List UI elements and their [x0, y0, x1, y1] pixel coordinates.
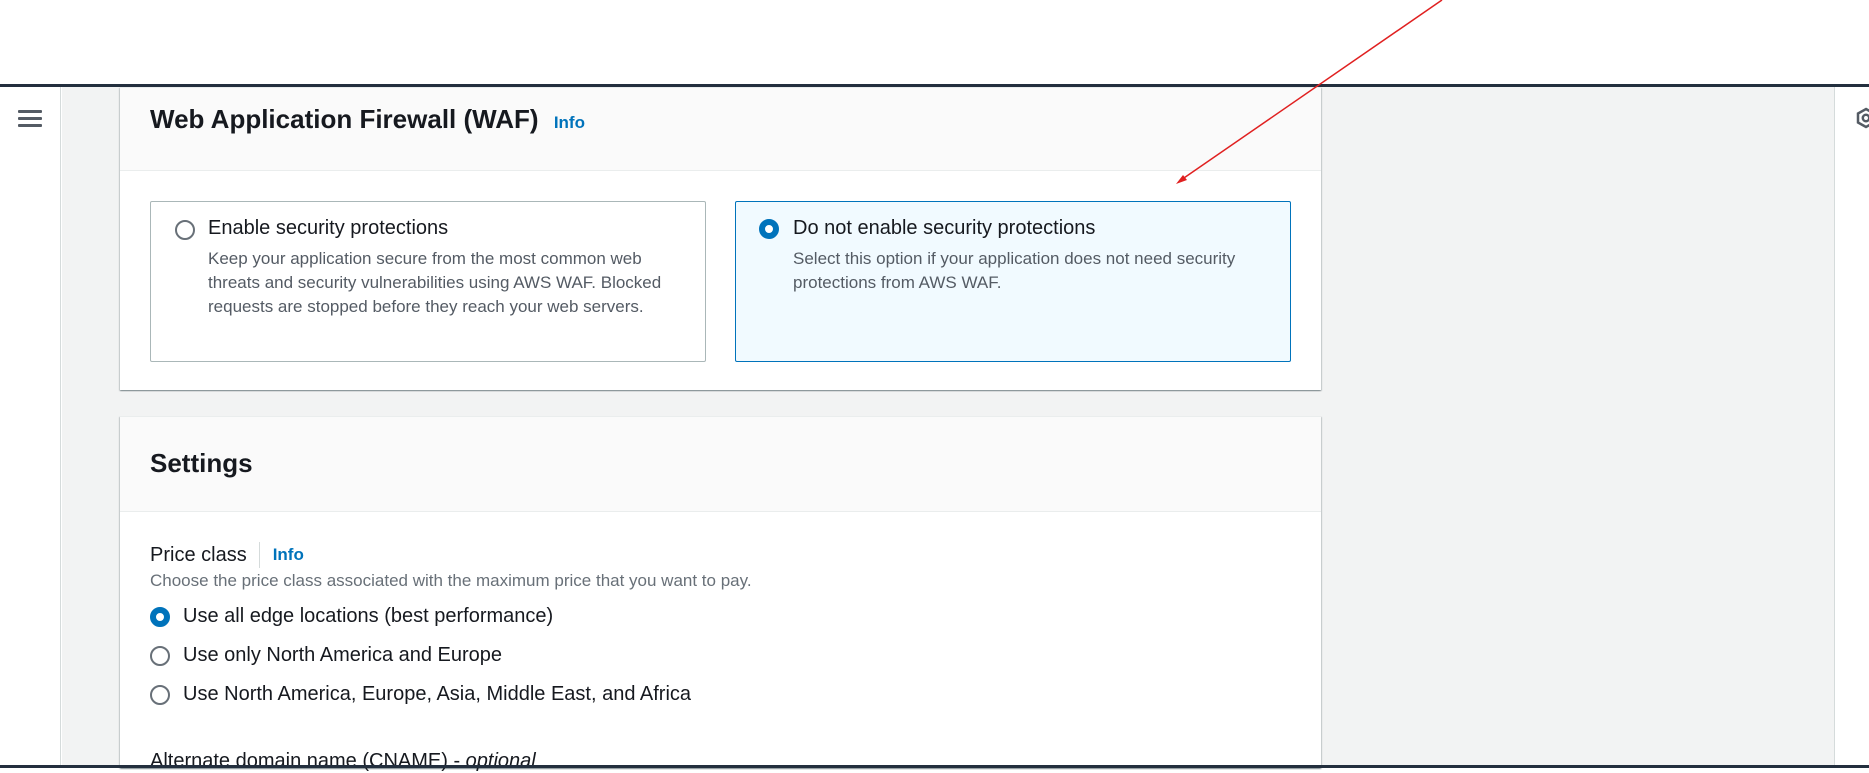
cname-optional-text: optional: [465, 750, 536, 772]
settings-container: Settings Price class Info Choose the pri…: [120, 416, 1321, 772]
enable-security-description: Keep your application secure from the mo…: [208, 249, 662, 316]
price-class-description: Choose the price class associated with t…: [150, 571, 752, 590]
price-class-label: Price class: [150, 543, 247, 566]
hamburger-menu-icon[interactable]: [18, 110, 42, 130]
cname-label: Alternate domain name (CNAME) - optional: [150, 750, 536, 773]
price-class-option-label: Use only North America and Europe: [183, 644, 503, 666]
do-not-enable-security-title: Do not enable security protections: [793, 217, 1096, 239]
cname-label-text: Alternate domain name (CNAME) -: [150, 750, 466, 772]
enable-security-title: Enable security protections: [208, 217, 449, 239]
waf-heading: Web Application Firewall (WAF) Info: [150, 104, 585, 135]
settings-gear-icon[interactable]: [1855, 107, 1869, 129]
price-class-radio-na-europe-asia[interactable]: [150, 684, 170, 705]
top-blank-area: [0, 0, 1869, 85]
price-class-option-na-europe-asia-me-africa[interactable]: Use North America, Europe, Asia, Middle …: [150, 683, 691, 706]
do-not-enable-security-description: Select this option if your application d…: [793, 249, 1236, 292]
price-class-option-label: Use all edge locations (best performance…: [183, 605, 554, 627]
right-tools-rail: [1834, 87, 1869, 765]
price-class-option-na-europe[interactable]: Use only North America and Europe: [150, 644, 502, 667]
price-class-option-label: Use North America, Europe, Asia, Middle …: [183, 683, 692, 705]
waf-title: Web Application Firewall (WAF): [150, 104, 539, 134]
waf-header: Web Application Firewall (WAF) Info: [120, 88, 1321, 171]
do-not-enable-security-protections-tile[interactable]: Do not enable security protections Selec…: [735, 201, 1291, 362]
settings-header: Settings: [120, 417, 1321, 512]
enable-security-protections-tile[interactable]: Enable security protections Keep your ap…: [150, 201, 706, 362]
left-navigation-rail: [0, 87, 61, 765]
enable-security-radio[interactable]: [175, 220, 195, 240]
price-class-radio-na-europe[interactable]: [150, 645, 170, 666]
do-not-enable-security-radio[interactable]: [759, 219, 779, 239]
waf-container: Web Application Firewall (WAF) Info Enab…: [120, 87, 1321, 390]
price-class-info-link[interactable]: Info: [273, 545, 304, 565]
price-class-option-all-edge-locations[interactable]: Use all edge locations (best performance…: [150, 605, 553, 628]
label-divider: [258, 542, 260, 568]
price-class-radio-all[interactable]: [150, 606, 170, 627]
price-class-label-row: Price class Info: [150, 542, 304, 568]
settings-title: Settings: [150, 448, 253, 478]
waf-info-link[interactable]: Info: [554, 113, 585, 132]
